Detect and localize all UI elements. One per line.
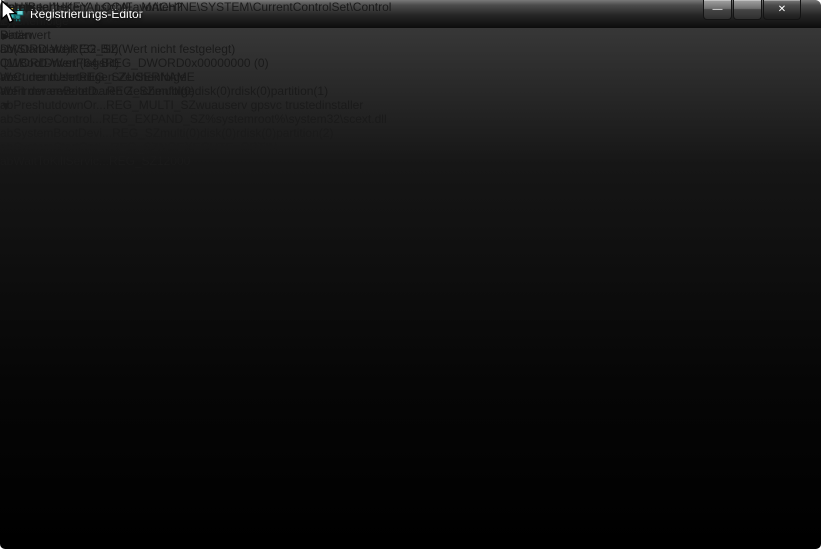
- new-value-submenu: Schlüssel Zeichenfolge Binärwert DWORD-Wert…: [0, 0, 195, 98]
- registry-value-row[interactable]: abServiceControl...REG_EXPAND_SZ%systemr…: [0, 112, 387, 126]
- minimize-icon: —: [712, 3, 723, 15]
- minimize-button[interactable]: —: [703, 0, 732, 20]
- menu-item-wert-der-mehrteiligen-zeichenfolge[interactable]: Wert der mehrteiligen Zeichenfolge: [0, 70, 195, 84]
- value-data: %systemroot%\system32\scext.dll: [205, 112, 387, 126]
- value-data: 0x00000000 (0): [184, 56, 269, 70]
- registry-value-row[interactable]: abSystemBootDevi...REG_SZmulti(0)disk(0)…: [0, 126, 387, 140]
- value-name[interactable]: PreshutdownOr...: [13, 98, 106, 112]
- registry-value-row[interactable]: abPreshutdownOr...REG_MULTI_SZwuauserv g…: [0, 98, 387, 112]
- close-button[interactable]: ✕: [763, 0, 801, 20]
- menu-item-qword-wert-64-bit[interactable]: QWORD-Wert (64-Bit): [0, 56, 195, 70]
- menu-item-schl-ssel[interactable]: Schlüssel: [0, 0, 195, 14]
- tree-connector-line: [0, 460, 134, 549]
- value-data: multi(0)disk(0)rdisk(0)partition(2): [160, 126, 334, 140]
- menu-item-wert-der-erweiterbaren-zeichenfolge[interactable]: Wert der erweiterbaren Zeichenfolge: [0, 84, 195, 98]
- value-type: REG_SZ: [108, 154, 157, 168]
- maximize-button[interactable]: [733, 0, 762, 20]
- close-icon: ✕: [777, 3, 787, 15]
- window-controls: — ✕: [703, 0, 801, 20]
- value-type: REG_SZ: [112, 126, 161, 140]
- value-data: NOEXECUTE=OPTIN: [158, 140, 278, 154]
- reg-string-icon: ab: [0, 154, 14, 168]
- reg-string-icon: ab: [0, 140, 14, 154]
- value-name[interactable]: SystemStartOpti...: [13, 140, 110, 154]
- reg-string-icon: ab: [0, 112, 14, 126]
- value-type: REG_SZ: [110, 140, 159, 154]
- value-name[interactable]: SystemBootDevi...: [13, 126, 112, 140]
- value-name[interactable]: WaitToKillServic...: [13, 154, 109, 168]
- reg-string-icon: ab: [0, 98, 14, 112]
- reg-string-icon: ab: [0, 126, 14, 140]
- value-name[interactable]: ServiceControl...: [13, 112, 102, 126]
- value-type: REG_EXPAND_SZ: [102, 112, 206, 126]
- value-type: REG_MULTI_SZ: [106, 98, 196, 112]
- mouse-cursor: [1, 0, 18, 24]
- menu-item-dword-wert-32-bit[interactable]: DWORD-Wert (32-Bit): [0, 42, 195, 56]
- value-data: wuauserv gpsvc trustedinstaller: [195, 98, 364, 112]
- menu-item-bin-rwert[interactable]: Binärwert: [0, 28, 195, 42]
- registry-value-row[interactable]: abWaitToKillServic...REG_SZ12000: [0, 154, 387, 168]
- menu-item-zeichenfolge[interactable]: Zeichenfolge: [0, 14, 195, 28]
- registry-value-row[interactable]: abSystemStartOpti...REG_SZNOEXECUTE=OPTI…: [0, 140, 387, 154]
- value-data: 12000: [156, 154, 191, 168]
